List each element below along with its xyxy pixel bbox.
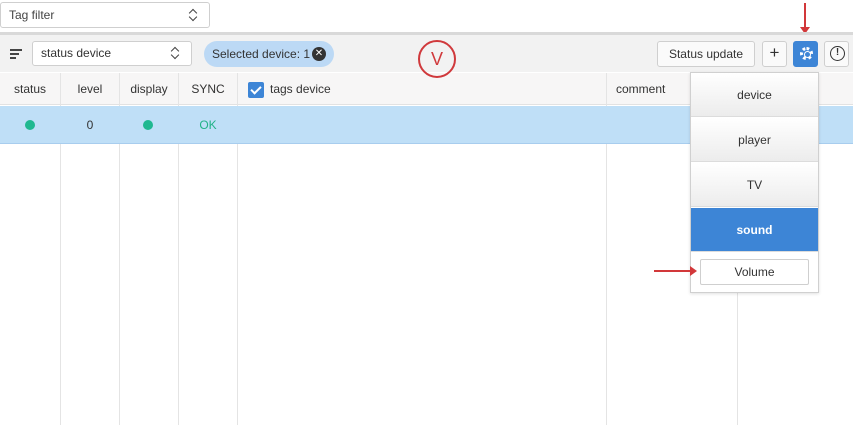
menu-item-player[interactable]: player: [691, 118, 818, 162]
column-header-tags-device[interactable]: tags device: [270, 73, 570, 105]
status-device-select[interactable]: status device: [32, 41, 192, 66]
sort-icon[interactable]: [10, 49, 22, 59]
sync-cell: OK: [199, 118, 217, 132]
clear-selection-icon[interactable]: ✕: [312, 47, 326, 61]
column-header-display[interactable]: display: [120, 73, 178, 105]
level-cell: 0: [86, 118, 94, 132]
column-header-sync[interactable]: SYNC: [179, 73, 237, 105]
menu-item-tv[interactable]: TV: [691, 163, 818, 207]
volume-button[interactable]: Volume: [700, 259, 809, 285]
status-select-value: status device: [41, 46, 112, 60]
settings-button[interactable]: [793, 41, 818, 67]
menu-item-sound[interactable]: sound: [691, 208, 818, 252]
select-updown-icon: [189, 8, 197, 22]
column-header-status[interactable]: status: [0, 73, 60, 105]
tags-device-checkbox[interactable]: [248, 82, 264, 98]
column-header-comment[interactable]: comment: [616, 73, 686, 105]
info-button[interactable]: !: [824, 41, 849, 67]
annotation-arrow-right: [654, 266, 697, 276]
tag-filter-placeholder: Tag filter: [9, 8, 55, 22]
status-ok-dot: [25, 120, 35, 130]
settings-dropdown-menu: device player TV sound Volume: [690, 72, 819, 293]
tag-filter-select[interactable]: Tag filter: [0, 2, 210, 28]
annotation-v-circle: V: [418, 40, 456, 78]
selected-device-chip: Selected device: 1 ✕: [204, 41, 334, 67]
status-update-button[interactable]: Status update: [657, 41, 755, 67]
column-header-level[interactable]: level: [61, 73, 119, 105]
add-button[interactable]: +: [762, 41, 787, 67]
select-updown-icon: [171, 46, 179, 60]
display-ok-dot: [143, 120, 153, 130]
gear-icon: [800, 47, 813, 60]
menu-item-device[interactable]: device: [691, 73, 818, 117]
annotation-arrow-down: [800, 3, 810, 34]
selected-device-label: Selected device: 1: [212, 47, 311, 61]
info-icon: !: [830, 46, 845, 61]
